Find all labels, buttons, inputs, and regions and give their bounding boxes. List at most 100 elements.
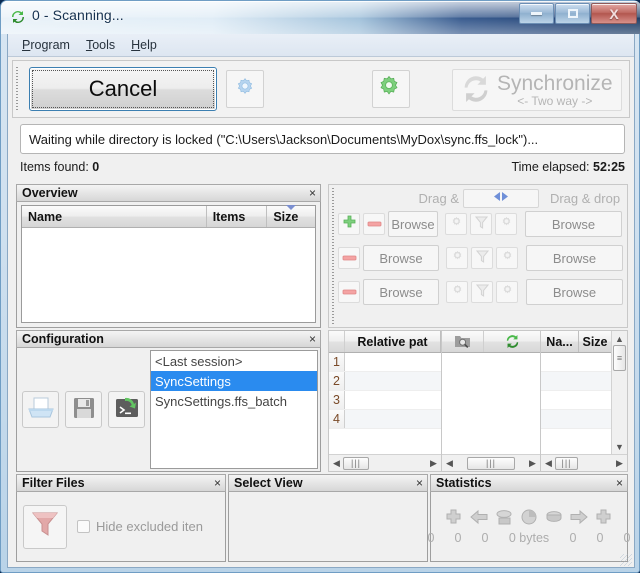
remove-folder-pair-button-3[interactable] bbox=[338, 281, 360, 303]
comparison-settings-button[interactable] bbox=[226, 70, 264, 108]
status-message-box: Waiting while directory is locked ("C:\U… bbox=[20, 124, 625, 154]
list-item[interactable]: <Last session> bbox=[151, 351, 317, 371]
left-grid-hscrollbar[interactable]: ◀ ||| ▶ bbox=[329, 454, 441, 471]
local-sync-settings-button-1[interactable] bbox=[495, 213, 517, 235]
table-row[interactable]: 2 bbox=[329, 372, 441, 391]
title-bar[interactable]: 0 - Scanning... X bbox=[1, 1, 640, 34]
right-browse-button-2[interactable]: Browse bbox=[526, 245, 623, 271]
right-browse-button-1[interactable]: Browse bbox=[525, 211, 622, 237]
table-row[interactable] bbox=[541, 410, 611, 429]
scroll-left-icon[interactable]: ◀ bbox=[443, 457, 456, 470]
filter-settings-button[interactable] bbox=[23, 504, 67, 549]
menu-program[interactable]: Program bbox=[14, 35, 78, 55]
save-batch-job-button[interactable] bbox=[108, 391, 145, 428]
center-grid-header bbox=[442, 331, 540, 353]
row-number: 2 bbox=[329, 372, 345, 390]
open-config-button[interactable] bbox=[22, 391, 59, 428]
close-icon[interactable]: × bbox=[616, 476, 623, 490]
close-icon: X bbox=[609, 5, 619, 22]
folder-pairs-panel: Drag & Drag & drop Browse Browse Browse … bbox=[328, 184, 628, 328]
right-grid-body[interactable] bbox=[541, 353, 611, 454]
right-grid-hscrollbar[interactable]: ◀ ||| ▶ bbox=[541, 454, 627, 471]
local-filter-button-1[interactable] bbox=[470, 213, 492, 235]
sync-settings-button[interactable] bbox=[372, 70, 410, 108]
left-grid-body[interactable]: 1 2 3 4 bbox=[329, 353, 441, 454]
center-grid-body[interactable] bbox=[442, 353, 540, 454]
list-item[interactable]: SyncSettings.ffs_batch bbox=[151, 391, 317, 411]
local-comparison-settings-button-2[interactable] bbox=[446, 247, 468, 269]
row-number: 4 bbox=[329, 410, 345, 428]
column-relative-path[interactable]: Relative pat bbox=[345, 331, 441, 352]
select-folder-icon[interactable] bbox=[442, 331, 484, 352]
close-icon[interactable]: × bbox=[309, 332, 316, 346]
table-row[interactable] bbox=[541, 353, 611, 372]
minimize-button[interactable] bbox=[519, 3, 554, 24]
remove-folder-pair-button-2[interactable] bbox=[338, 247, 360, 269]
row-number: 3 bbox=[329, 391, 345, 409]
configuration-list[interactable]: <Last session> SyncSettings SyncSettings… bbox=[150, 350, 318, 469]
swap-sides-button[interactable] bbox=[463, 188, 539, 208]
local-comparison-settings-button-1[interactable] bbox=[445, 213, 467, 235]
left-browse-button-3[interactable]: Browse bbox=[363, 279, 439, 305]
left-browse-button-2[interactable]: Browse bbox=[363, 245, 439, 271]
filter-files-title: Filter Files bbox=[22, 476, 85, 490]
scroll-left-icon[interactable]: ◀ bbox=[542, 457, 555, 470]
table-row[interactable]: 4 bbox=[329, 410, 441, 429]
configuration-pane: Configuration × <Last session> SyncSetti… bbox=[16, 330, 321, 472]
table-row[interactable]: 1 bbox=[329, 353, 441, 372]
scroll-up-icon[interactable]: ▲ bbox=[613, 332, 626, 345]
remove-folder-pair-button-1[interactable] bbox=[363, 213, 385, 235]
column-name[interactable]: Name bbox=[22, 206, 207, 227]
center-grid-hscrollbar[interactable]: ◀ ||| ▶ bbox=[442, 454, 540, 471]
toolbar-grip[interactable] bbox=[15, 67, 21, 111]
scroll-thumb[interactable]: ≡ bbox=[613, 345, 626, 371]
table-row[interactable]: 3 bbox=[329, 391, 441, 410]
column-items[interactable]: Items bbox=[207, 206, 268, 227]
right-browse-button-3[interactable]: Browse bbox=[526, 279, 623, 305]
close-icon[interactable]: × bbox=[309, 186, 316, 200]
left-browse-button-1[interactable]: Browse bbox=[388, 211, 438, 237]
list-item[interactable]: SyncSettings bbox=[151, 371, 317, 391]
local-sync-settings-button-2[interactable] bbox=[496, 247, 518, 269]
stat-update-left-value: 0 bbox=[454, 531, 462, 545]
add-folder-pair-button[interactable] bbox=[338, 213, 360, 235]
panel-grip[interactable] bbox=[331, 188, 336, 324]
close-icon[interactable]: × bbox=[416, 476, 423, 490]
resize-gripper[interactable] bbox=[620, 554, 632, 566]
center-grid[interactable]: ◀ ||| ▶ bbox=[442, 331, 541, 471]
column-size[interactable]: Size bbox=[579, 331, 611, 352]
synchronize-button[interactable]: Synchronize <- Two way -> bbox=[452, 69, 622, 111]
local-comparison-settings-button-3[interactable] bbox=[446, 281, 468, 303]
scroll-thumb[interactable]: ||| bbox=[555, 456, 578, 470]
scroll-thumb[interactable]: ||| bbox=[343, 456, 369, 470]
left-dragdrop-hint: Drag & bbox=[418, 190, 459, 206]
maximize-button[interactable] bbox=[555, 3, 590, 24]
cancel-button[interactable]: Cancel bbox=[29, 67, 217, 111]
scroll-left-icon[interactable]: ◀ bbox=[330, 457, 343, 470]
hide-excluded-items-checkbox[interactable] bbox=[77, 520, 90, 533]
scroll-right-icon[interactable]: ▶ bbox=[526, 457, 539, 470]
close-icon[interactable]: × bbox=[214, 476, 221, 490]
scroll-thumb[interactable]: ||| bbox=[467, 456, 515, 470]
sync-direction-icon[interactable] bbox=[484, 331, 540, 352]
menu-help[interactable]: Help bbox=[123, 35, 165, 55]
column-name-short[interactable]: Na... bbox=[541, 331, 579, 352]
save-config-button[interactable] bbox=[65, 391, 102, 428]
table-row[interactable] bbox=[541, 391, 611, 410]
right-grid[interactable]: Na... Size ▲ ≡ ▼ ◀ ||| ▶ bbox=[541, 331, 627, 471]
local-filter-button-2[interactable] bbox=[471, 247, 493, 269]
scroll-right-icon[interactable]: ▶ bbox=[613, 457, 626, 470]
local-filter-button-3[interactable] bbox=[471, 281, 493, 303]
menu-tools[interactable]: Tools bbox=[78, 35, 123, 55]
scroll-right-icon[interactable]: ▶ bbox=[427, 457, 440, 470]
red-minus-icon bbox=[342, 285, 357, 299]
close-button[interactable]: X bbox=[591, 3, 637, 24]
table-row[interactable] bbox=[541, 372, 611, 391]
left-grid[interactable]: Relative pat 1 2 3 4 ◀ ||| ▶ bbox=[329, 331, 442, 471]
select-view-title: Select View bbox=[234, 476, 303, 490]
overview-list[interactable]: Name Items Size bbox=[21, 205, 316, 323]
right-grid-vscrollbar[interactable]: ▲ ≡ ▼ bbox=[611, 331, 627, 454]
column-size[interactable]: Size bbox=[267, 205, 315, 227]
scroll-down-icon[interactable]: ▼ bbox=[613, 440, 626, 453]
local-sync-settings-button-3[interactable] bbox=[496, 281, 518, 303]
